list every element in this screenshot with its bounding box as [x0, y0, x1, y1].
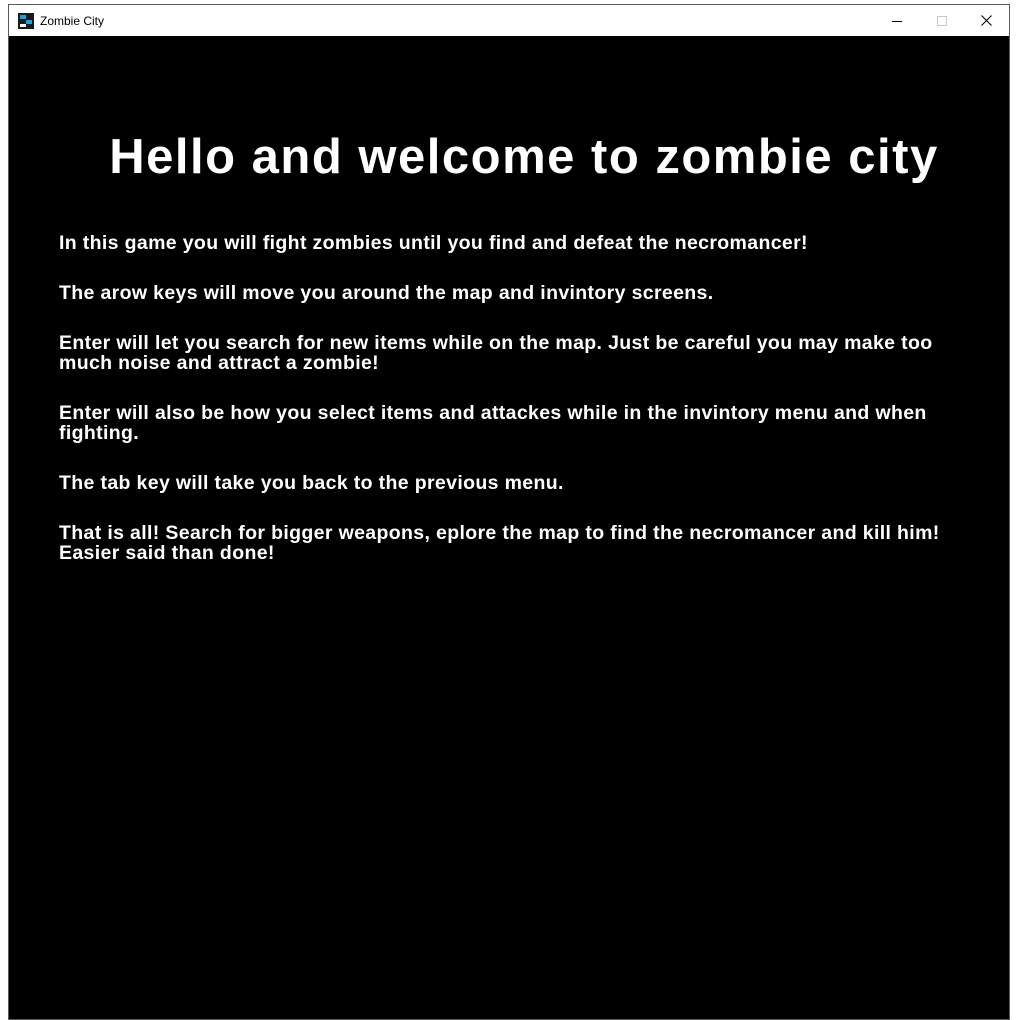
close-icon	[981, 15, 992, 26]
instruction-tab-key: The tab key will take you back to the pr…	[59, 472, 564, 494]
close-button[interactable]	[964, 5, 1009, 36]
game-screen[interactable]: Hello and welcome to zombie city In this…	[9, 36, 1009, 1019]
instruction-summary: That is all! Search for bigger weapons, …	[59, 522, 940, 564]
window-controls	[874, 5, 1009, 36]
game-window: Zombie City Hello and welcome to zombie	[8, 4, 1010, 1020]
instructions: In this game you will fight zombies unti…	[59, 233, 969, 593]
title-bar[interactable]: Zombie City	[9, 5, 1009, 36]
minimize-button[interactable]	[874, 5, 919, 36]
welcome-heading: Hello and welcome to zombie city	[109, 130, 939, 184]
maximize-icon	[936, 15, 947, 26]
instruction-arrow-keys: The arow keys will move you around the m…	[59, 282, 714, 304]
window-title: Zombie City	[40, 13, 105, 28]
maximize-button[interactable]	[919, 5, 964, 36]
instruction-enter-select: Enter will also be how you select items …	[59, 402, 927, 444]
instruction-goal: In this game you will fight zombies unti…	[59, 232, 808, 254]
instruction-enter-search: Enter will let you search for new items …	[59, 332, 933, 374]
minimize-icon	[891, 20, 902, 22]
zombie-city-app-icon[interactable]	[18, 12, 34, 29]
